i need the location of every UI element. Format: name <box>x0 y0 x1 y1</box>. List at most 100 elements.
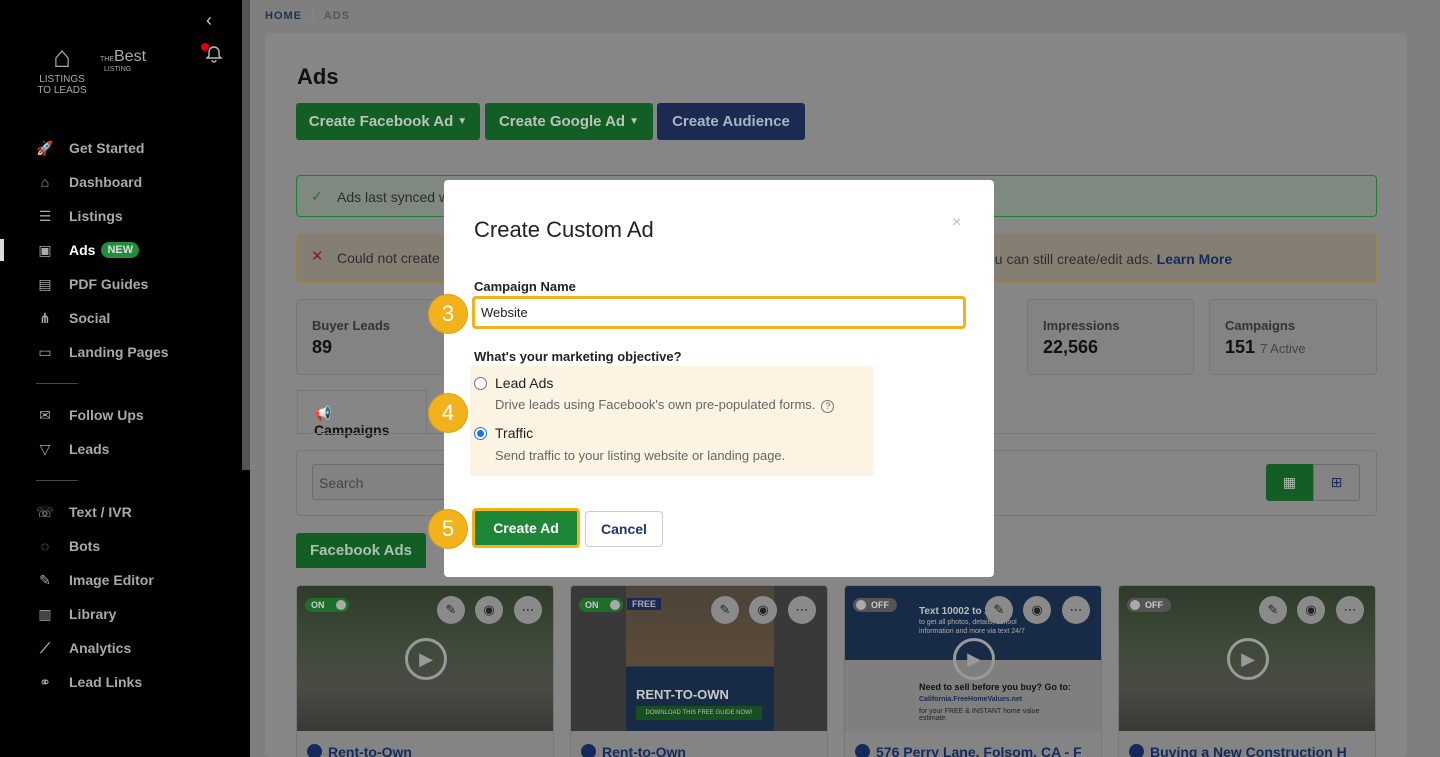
campaign-name-input[interactable] <box>472 296 966 329</box>
table-icon: ⊞ <box>1330 474 1343 490</box>
eye-icon[interactable]: ◉ <box>749 596 777 624</box>
filter-icon: ▽ <box>39 440 51 457</box>
ad-title[interactable]: Rent-to-Own <box>307 744 412 757</box>
option-lead-ads[interactable]: Lead Ads <box>474 375 553 391</box>
home-icon: ⌂ <box>40 174 50 190</box>
ad-card[interactable]: RENT-TO-OWN DOWNLOAD THIS FREE GUIDE NOW!… <box>570 585 828 757</box>
breadcrumb: HOME / ADS <box>265 10 351 22</box>
create-google-ad-button[interactable]: Create Google Ad ▼ <box>485 103 653 140</box>
traffic-description: Send traffic to your listing website or … <box>495 448 786 463</box>
grid-view-button[interactable]: ▦ <box>1266 464 1313 501</box>
rocket-icon: 🚀 <box>36 139 54 156</box>
list-icon: ☰ <box>38 207 52 224</box>
nav-bots[interactable]: ◌ Bots <box>0 529 242 563</box>
facebook-icon <box>307 744 322 757</box>
eye-icon[interactable]: ◉ <box>1297 596 1325 624</box>
search-input[interactable]: Search <box>312 464 452 500</box>
more-icon[interactable]: ⋯ <box>1336 596 1364 624</box>
nav-lead-links[interactable]: ⚭ Lead Links <box>0 665 242 699</box>
status-toggle[interactable]: OFF <box>853 598 897 612</box>
facebook-icon <box>581 744 596 757</box>
eye-icon[interactable]: ◉ <box>475 596 503 624</box>
nav-image-editor[interactable]: ✎ Image Editor <box>0 563 242 597</box>
nav-divider <box>36 383 78 384</box>
ad-card[interactable]: ▶ OFF ✎ ◉ ⋯ Buying a New Construction H <box>1118 585 1376 757</box>
nav-follow-ups[interactable]: ✉ Follow Ups <box>0 398 242 432</box>
chat-icon: ☏ <box>36 503 54 520</box>
sidebar: ‹ ⌂ LISTINGS TO LEADS THEBest LISTING 🚀 G… <box>0 0 250 757</box>
play-icon[interactable]: ▶ <box>405 638 447 680</box>
ad-card[interactable]: Text 10002 to 2 to get all photos, detai… <box>844 585 1102 757</box>
check-icon: ✓ <box>311 188 323 204</box>
ad-icon: ▣ <box>38 241 52 258</box>
nav-pdf-guides[interactable]: ▤ PDF Guides <box>0 267 242 301</box>
table-view-button[interactable]: ⊞ <box>1313 464 1360 501</box>
learn-more-link[interactable]: Learn More <box>1157 251 1232 267</box>
tab-facebook-ads[interactable]: Facebook Ads <box>296 533 426 568</box>
page-icon: ▭ <box>38 343 52 360</box>
more-icon[interactable]: ⋯ <box>514 596 542 624</box>
nav-social[interactable]: ⋔ Social <box>0 301 242 335</box>
tab-campaigns[interactable]: 📢Campaigns <box>297 390 427 438</box>
create-custom-ad-modal: Create Custom Ad × Campaign Name What's … <box>444 180 994 577</box>
create-ad-button[interactable]: Create Ad <box>472 508 580 548</box>
stat-campaigns: Campaigns 151 7 Active <box>1209 299 1377 375</box>
play-icon[interactable]: ▶ <box>1227 638 1269 680</box>
edit-icon[interactable]: ✎ <box>437 596 465 624</box>
ad-title[interactable]: Rent-to-Own <box>581 744 686 757</box>
nav-divider <box>36 480 78 481</box>
option-traffic[interactable]: Traffic <box>474 425 533 441</box>
stat-impressions: Impressions 22,566 <box>1027 299 1194 375</box>
nav-landing-pages[interactable]: ▭ Landing Pages <box>0 335 242 369</box>
caret-down-icon: ▼ <box>457 116 468 127</box>
nav-get-started[interactable]: 🚀 Get Started <box>0 131 242 165</box>
the-best-listing-logo: THEBest LISTING <box>100 48 147 73</box>
cancel-button[interactable]: Cancel <box>585 511 663 547</box>
ad-card[interactable]: ▶ ON ✎ ◉ ⋯ Rent-to-Own <box>296 585 554 757</box>
nav-dashboard[interactable]: ⌂ Dashboard <box>0 165 242 199</box>
status-toggle[interactable]: ON <box>579 598 623 612</box>
play-icon[interactable]: ▶ <box>953 638 995 680</box>
listings-to-leads-logo: ⌂ LISTINGS TO LEADS <box>37 41 87 97</box>
ad-title[interactable]: 576 Perry Lane, Folsom, CA - F <box>855 744 1082 757</box>
radio-traffic[interactable] <box>474 426 487 440</box>
breadcrumb-home[interactable]: HOME <box>265 10 302 22</box>
grid-icon: ▦ <box>1282 474 1297 490</box>
edit-icon[interactable]: ✎ <box>985 596 1013 624</box>
radio-lead-ads[interactable] <box>474 376 487 390</box>
modal-title: Create Custom Ad <box>474 217 654 242</box>
sidebar-scrollbar[interactable] <box>242 0 250 470</box>
error-x-icon: ✕ <box>311 248 324 265</box>
caret-down-icon: ▼ <box>629 116 640 127</box>
bot-icon: ◌ <box>40 538 50 554</box>
edit-icon[interactable]: ✎ <box>1259 596 1287 624</box>
more-icon[interactable]: ⋯ <box>1062 596 1090 624</box>
status-toggle[interactable]: OFF <box>1127 598 1171 612</box>
library-icon: ▥ <box>38 605 52 622</box>
stat-buyer-leads: Buyer Leads 89 <box>296 299 446 375</box>
ad-title[interactable]: Buying a New Construction H <box>1129 744 1347 757</box>
facebook-icon <box>855 744 870 757</box>
create-facebook-ad-button[interactable]: Create Facebook Ad ▼ <box>296 103 480 140</box>
nav-library[interactable]: ▥ Library <box>0 597 242 631</box>
status-toggle[interactable]: ON <box>305 598 349 612</box>
nav-text-ivr[interactable]: ☏ Text / IVR <box>0 495 242 529</box>
mail-icon: ✉ <box>39 406 51 423</box>
collapse-sidebar-icon[interactable]: ‹ <box>206 10 212 31</box>
edit-icon[interactable]: ✎ <box>711 596 739 624</box>
nav-leads[interactable]: ▽ Leads <box>0 432 242 466</box>
pdf-icon: ▤ <box>38 275 52 292</box>
bell-icon[interactable] <box>205 45 223 63</box>
nav-ads[interactable]: ▣ Ads NEW <box>0 233 242 267</box>
nav-group-main: 🚀 Get Started ⌂ Dashboard ☰ Listings ▣ Ads NE… <box>0 131 242 699</box>
eye-icon[interactable]: ◉ <box>1023 596 1051 624</box>
create-audience-button[interactable]: Create Audience <box>657 103 805 140</box>
nav-analytics[interactable]: ⟋ Analytics <box>0 631 242 665</box>
nav-listings[interactable]: ☰ Listings <box>0 199 242 233</box>
step-marker: 5 <box>429 510 467 548</box>
help-icon[interactable]: ? <box>821 400 835 413</box>
close-icon[interactable]: × <box>952 214 961 232</box>
more-icon[interactable]: ⋯ <box>788 596 816 624</box>
lead-ads-description: Drive leads using Facebook's own pre-pop… <box>495 397 835 413</box>
share-icon: ⋔ <box>39 309 51 326</box>
